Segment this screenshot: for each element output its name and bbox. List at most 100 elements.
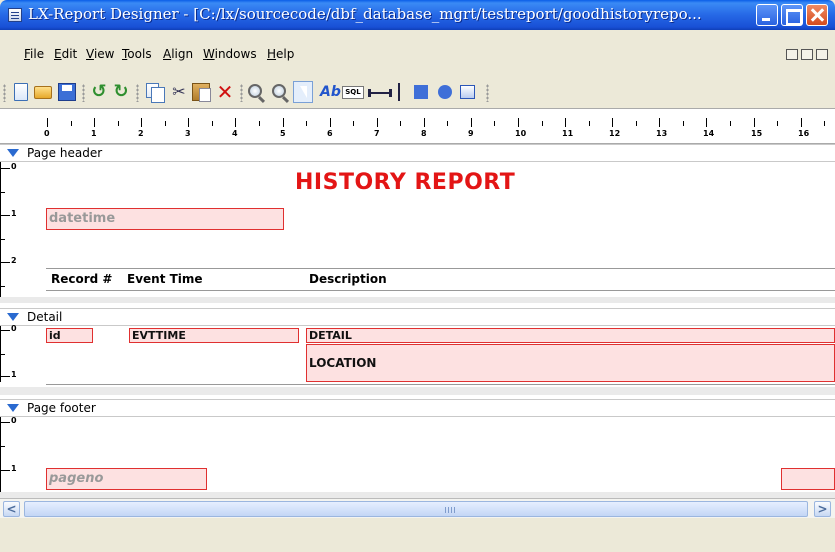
menu-align[interactable]: Align bbox=[163, 47, 193, 61]
location-field[interactable]: LOCATION bbox=[306, 344, 835, 382]
copy-icon[interactable] bbox=[146, 83, 165, 103]
ruler-minor-tick bbox=[542, 121, 543, 126]
toolbar-grip[interactable] bbox=[240, 84, 243, 102]
ruler-label: 11 bbox=[562, 129, 574, 138]
scroll-right-button[interactable]: > bbox=[814, 501, 831, 517]
header-line bbox=[46, 268, 835, 269]
ruler-tick bbox=[754, 118, 755, 127]
column-header-record[interactable]: Record # bbox=[51, 272, 112, 286]
scrollbar-thumb[interactable] bbox=[24, 501, 808, 517]
section-title: Page footer bbox=[27, 401, 96, 415]
column-header-description[interactable]: Description bbox=[309, 272, 387, 286]
zoom-in-icon[interactable] bbox=[248, 84, 262, 98]
collapse-arrow-icon[interactable] bbox=[7, 404, 19, 412]
vertical-ruler: 0 1 2 bbox=[0, 162, 30, 297]
evttime-field[interactable]: EVTTIME bbox=[129, 328, 299, 343]
toolbar: ↺ ↻ ✂ ✕ Ab SQL bbox=[0, 80, 835, 106]
close-button[interactable] bbox=[806, 4, 828, 26]
ruler-minor-tick bbox=[494, 121, 495, 126]
ruler-minor-tick bbox=[353, 121, 354, 126]
delete-icon[interactable]: ✕ bbox=[216, 82, 234, 102]
undo-icon[interactable]: ↺ bbox=[90, 83, 108, 101]
menu-windows[interactable]: Windows bbox=[203, 47, 257, 61]
footer-right-field[interactable] bbox=[781, 468, 835, 490]
label-icon[interactable]: Ab bbox=[320, 83, 341, 101]
ruler-tick bbox=[188, 118, 189, 127]
ruler-label: 13 bbox=[656, 129, 668, 138]
toolbar-grip[interactable] bbox=[3, 84, 6, 102]
ruler-tick bbox=[330, 118, 331, 127]
rectangle-icon[interactable] bbox=[414, 85, 428, 99]
ruler-label: 3 bbox=[185, 129, 191, 138]
minimize-button[interactable] bbox=[756, 4, 778, 26]
ruler-minor-tick bbox=[683, 121, 684, 126]
ruler-tick bbox=[706, 118, 707, 127]
menu-tools[interactable]: Tools bbox=[122, 47, 152, 61]
ruler-tick bbox=[235, 118, 236, 127]
paste-icon[interactable] bbox=[192, 83, 211, 102]
ruler-tick bbox=[565, 118, 566, 127]
scroll-left-button[interactable]: < bbox=[3, 501, 20, 517]
ruler-label: 15 bbox=[751, 129, 763, 138]
id-field[interactable]: id bbox=[46, 328, 93, 343]
column-header-event-time[interactable]: Event Time bbox=[127, 272, 203, 286]
section-title: Page header bbox=[27, 146, 103, 160]
window-title-bar[interactable]: LX-Report Designer - [C:/lx/sourcecode/d… bbox=[0, 0, 835, 30]
ruler-label: 2 bbox=[138, 129, 144, 138]
mdi-restore-icon[interactable] bbox=[801, 49, 813, 60]
mdi-close-icon[interactable] bbox=[816, 49, 828, 60]
ruler-minor-tick bbox=[259, 121, 260, 126]
collapse-arrow-icon[interactable] bbox=[7, 149, 19, 157]
pageno-field[interactable]: pageno bbox=[46, 468, 207, 490]
vertical-ruler: 0 1 bbox=[0, 324, 30, 382]
section-separator[interactable] bbox=[0, 297, 835, 303]
report-title-label[interactable]: HISTORY REPORT bbox=[295, 170, 515, 195]
ruler-minor-tick bbox=[636, 121, 637, 126]
ruler-tick bbox=[424, 118, 425, 127]
mdi-minimize-icon[interactable] bbox=[786, 49, 798, 60]
ruler-label: 8 bbox=[421, 129, 427, 138]
ruler-tick bbox=[801, 118, 802, 127]
image-icon[interactable] bbox=[460, 85, 475, 99]
ruler-tick bbox=[518, 118, 519, 127]
toolbar-grip[interactable] bbox=[82, 84, 85, 102]
window-title: LX-Report Designer - [C:/lx/sourcecode/d… bbox=[28, 5, 702, 23]
cut-icon[interactable]: ✂ bbox=[170, 83, 188, 101]
section-header-page-footer[interactable]: Page footer bbox=[0, 399, 835, 417]
redo-icon[interactable]: ↻ bbox=[112, 83, 130, 101]
toolbar-grip[interactable] bbox=[136, 84, 139, 102]
save-icon[interactable] bbox=[58, 83, 76, 101]
menu-edit[interactable]: Edit bbox=[54, 47, 77, 61]
collapse-arrow-icon[interactable] bbox=[7, 313, 19, 321]
ruler-minor-tick bbox=[777, 121, 778, 126]
open-folder-icon[interactable] bbox=[34, 86, 52, 99]
ruler-label: 16 bbox=[798, 129, 810, 138]
menu-file[interactable]: File bbox=[24, 47, 44, 61]
ruler-minor-tick bbox=[306, 121, 307, 126]
datetime-field[interactable]: datetime bbox=[46, 208, 284, 230]
pointer-icon[interactable] bbox=[293, 81, 313, 103]
zoom-out-icon[interactable] bbox=[272, 84, 286, 98]
ruler-label: 0 bbox=[44, 129, 50, 138]
ruler-label: 12 bbox=[609, 129, 621, 138]
toolbar-grip[interactable] bbox=[486, 84, 489, 102]
menu-view[interactable]: View bbox=[86, 47, 114, 61]
menu-help[interactable]: Help bbox=[267, 47, 294, 61]
maximize-button[interactable] bbox=[781, 4, 803, 26]
section-separator[interactable] bbox=[0, 387, 835, 395]
detail-field[interactable]: DETAIL bbox=[306, 328, 835, 343]
horizontal-scrollbar[interactable]: < > bbox=[0, 498, 835, 518]
circle-icon[interactable] bbox=[438, 85, 452, 99]
horizontal-line-icon[interactable] bbox=[368, 89, 392, 97]
ruler-minor-tick bbox=[212, 121, 213, 126]
ruler-label: 9 bbox=[468, 129, 474, 138]
new-page-icon[interactable] bbox=[12, 83, 30, 101]
ruler-minor-tick bbox=[165, 121, 166, 126]
section-header-page-header[interactable]: Page header bbox=[0, 144, 835, 162]
section-header-detail[interactable]: Detail bbox=[0, 308, 835, 326]
ruler-label: 4 bbox=[232, 129, 238, 138]
ruler-minor-tick bbox=[400, 121, 401, 126]
sql-field-icon[interactable]: SQL bbox=[342, 86, 364, 99]
ruler-tick bbox=[471, 118, 472, 127]
ruler-tick bbox=[94, 118, 95, 127]
